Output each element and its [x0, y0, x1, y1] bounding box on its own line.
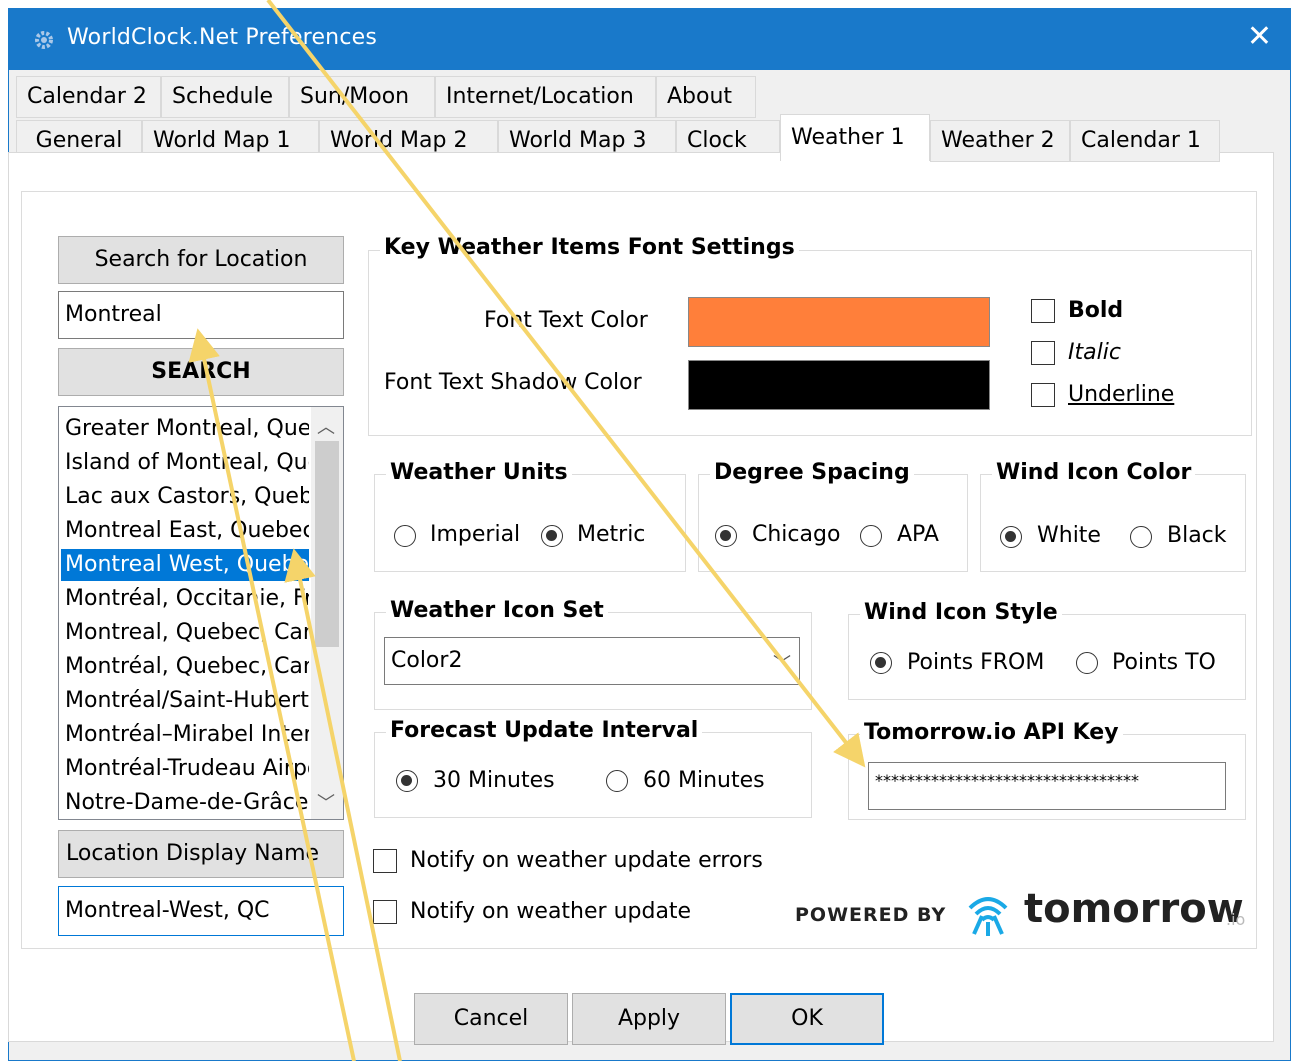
tab-weather-1[interactable]: Weather 1 [780, 114, 930, 161]
imperial-radio[interactable] [394, 525, 416, 547]
list-item[interactable]: Montreal, Quebec, Canada [65, 617, 309, 649]
font-text-color-label: Font Text Color [484, 308, 648, 333]
tomorrow-wordmark: tomorrow [1024, 886, 1244, 932]
chevron-down-icon[interactable]: ﹀ [773, 646, 791, 684]
chicago-label: Chicago [752, 522, 841, 547]
scrollbar-thumb[interactable] [315, 441, 339, 647]
cancel-button[interactable]: Cancel [414, 993, 568, 1045]
thirty-minutes-label: 30 Minutes [433, 768, 555, 793]
white-label: White [1037, 523, 1101, 548]
metric-radio[interactable] [541, 525, 563, 547]
black-radio[interactable] [1130, 526, 1152, 548]
points-from-label: Points FROM [907, 650, 1045, 675]
sixty-minutes-radio[interactable] [606, 770, 628, 792]
apa-label: APA [897, 522, 939, 547]
notify-errors-label: Notify on weather update errors [410, 848, 763, 873]
points-to-label: Points TO [1112, 650, 1216, 675]
notify-update-checkbox[interactable] [373, 900, 397, 924]
italic-label: Italic [1068, 340, 1121, 365]
wind-icon-style-title: Wind Icon Style [860, 600, 1062, 625]
notify-update-label: Notify on weather update [410, 899, 692, 924]
ok-button[interactable]: OK [730, 993, 884, 1045]
wind-icon-color-title: Wind Icon Color [992, 460, 1196, 485]
tab-internet-location[interactable]: Internet/Location [435, 76, 656, 118]
tab-weather-2[interactable]: Weather 2 [930, 120, 1070, 162]
bold-label: Bold [1068, 298, 1124, 323]
list-item[interactable]: Lac aux Castors, Quebec [65, 481, 309, 513]
list-item[interactable]: Montréal/Saint-Hubert [65, 685, 309, 717]
apply-button[interactable]: Apply [572, 993, 726, 1045]
apa-radio[interactable] [860, 525, 882, 547]
weather-icon-set-title: Weather Icon Set [386, 598, 608, 623]
api-key-title: Tomorrow.io API Key [860, 720, 1123, 745]
list-item-selected[interactable]: Montreal West, Quebec [61, 549, 309, 581]
gear-icon [35, 31, 53, 49]
font-settings-title: Key Weather Items Font Settings [380, 235, 799, 260]
search-input[interactable]: Montreal [58, 291, 344, 339]
list-item[interactable]: Montréal–Mirabel International [65, 719, 309, 751]
tab-calendar-2[interactable]: Calendar 2 [16, 76, 161, 118]
close-icon[interactable]: ✕ [1247, 19, 1272, 54]
chevron-up-icon[interactable]: ︿ [317, 413, 335, 439]
weather-units-title: Weather Units [386, 460, 572, 485]
points-from-radio[interactable] [870, 652, 892, 674]
tomorrow-io-suffix: .io [1226, 910, 1246, 929]
api-key-input[interactable]: ********************************* [868, 762, 1226, 810]
font-shadow-color-swatch[interactable] [688, 360, 990, 410]
window-title: WorldClock.Net Preferences [67, 25, 378, 50]
search-for-location-label-button[interactable]: Search for Location [58, 236, 344, 284]
bold-checkbox[interactable] [1031, 299, 1055, 323]
imperial-label: Imperial [430, 522, 521, 547]
tab-about[interactable]: About [656, 76, 756, 118]
sixty-minutes-label: 60 Minutes [643, 768, 765, 793]
forecast-interval-title: Forecast Update Interval [386, 718, 703, 743]
search-button[interactable]: SEARCH [58, 348, 344, 396]
white-radio[interactable] [1000, 526, 1022, 548]
display-name-input[interactable]: Montreal-West, QC [58, 886, 344, 936]
font-text-color-swatch[interactable] [688, 297, 990, 347]
degree-spacing-title: Degree Spacing [710, 460, 914, 485]
notify-errors-checkbox[interactable] [373, 849, 397, 873]
black-label: Black [1167, 523, 1227, 548]
list-item[interactable]: Montréal, Occitanie, France [65, 583, 309, 615]
list-item[interactable]: Island of Montreal, Quebec [65, 447, 309, 479]
list-scrollbar[interactable]: ︿ ﹀ [311, 407, 343, 819]
italic-checkbox[interactable] [1031, 341, 1055, 365]
chevron-down-icon[interactable]: ﹀ [317, 789, 335, 815]
tab-calendar-1[interactable]: Calendar 1 [1070, 120, 1220, 162]
metric-label: Metric [577, 522, 646, 547]
list-item[interactable]: Montréal, Quebec, Canada [65, 651, 309, 683]
weather-icon-set-select[interactable]: Color2 ﹀ [384, 637, 800, 685]
tomorrow-logo-icon [968, 897, 1008, 936]
location-display-name-button[interactable]: Location Display Name [58, 830, 344, 878]
underline-label: Underline [1068, 382, 1175, 407]
list-item[interactable]: Greater Montreal, Quebec [65, 413, 309, 445]
list-item[interactable]: Notre-Dame-de-Grâce [65, 787, 309, 819]
font-shadow-color-label: Font Text Shadow Color [384, 370, 642, 395]
points-to-radio[interactable] [1076, 652, 1098, 674]
powered-by-label: POWERED BY [795, 904, 947, 926]
chicago-radio[interactable] [715, 525, 737, 547]
list-item[interactable]: Montreal East, Quebec [65, 515, 309, 547]
underline-checkbox[interactable] [1031, 383, 1055, 407]
tab-sun-moon[interactable]: Sun/Moon [289, 76, 435, 118]
tab-schedule[interactable]: Schedule [161, 76, 289, 118]
list-item[interactable]: Montréal-Trudeau Airport [65, 753, 309, 785]
weather-icon-set-value: Color2 [391, 648, 463, 673]
location-results-list[interactable]: Greater Montreal, Quebec Island of Montr… [58, 406, 344, 820]
title-bar: WorldClock.Net Preferences ✕ [9, 9, 1290, 70]
thirty-minutes-radio[interactable] [396, 770, 418, 792]
